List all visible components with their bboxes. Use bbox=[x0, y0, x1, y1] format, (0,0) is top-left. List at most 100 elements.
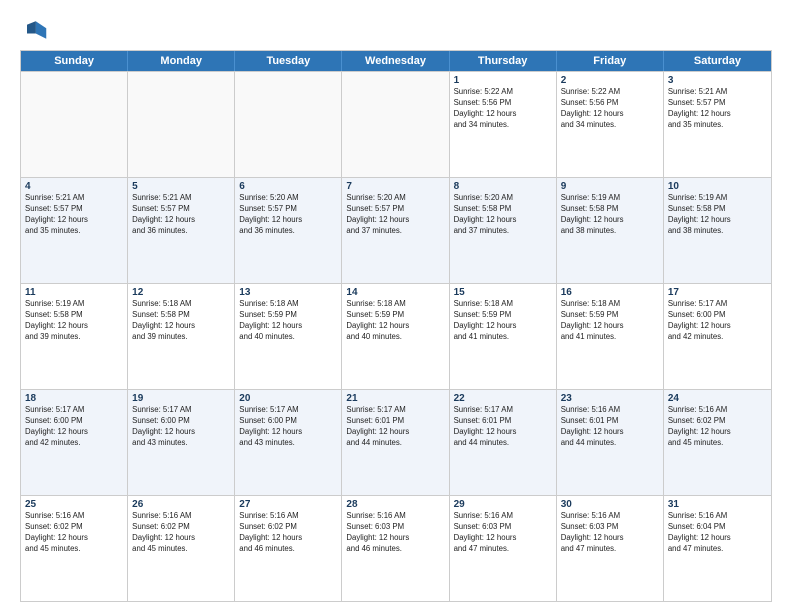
day-cell-17: 17Sunrise: 5:17 AM Sunset: 6:00 PM Dayli… bbox=[664, 284, 771, 389]
day-cell-3: 3Sunrise: 5:21 AM Sunset: 5:57 PM Daylig… bbox=[664, 72, 771, 177]
day-info: Sunrise: 5:21 AM Sunset: 5:57 PM Dayligh… bbox=[668, 87, 767, 131]
day-info: Sunrise: 5:17 AM Sunset: 6:00 PM Dayligh… bbox=[25, 405, 123, 449]
day-number: 23 bbox=[561, 393, 659, 404]
day-number: 3 bbox=[668, 75, 767, 86]
day-info: Sunrise: 5:17 AM Sunset: 6:01 PM Dayligh… bbox=[454, 405, 552, 449]
calendar-body: 1 Sunrise: 5:22 AM Sunset: 5:56 PM Daylig… bbox=[21, 71, 771, 601]
day-info: Sunrise: 5:20 AM Sunset: 5:57 PM Dayligh… bbox=[346, 193, 444, 237]
header-day-wednesday: Wednesday bbox=[342, 51, 449, 71]
day-info: Sunrise: 5:16 AM Sunset: 6:03 PM Dayligh… bbox=[561, 511, 659, 555]
day-cell-9: 9Sunrise: 5:19 AM Sunset: 5:58 PM Daylig… bbox=[557, 178, 664, 283]
day-number: 13 bbox=[239, 287, 337, 298]
calendar-row-2: 11Sunrise: 5:19 AM Sunset: 5:58 PM Dayli… bbox=[21, 283, 771, 389]
header-day-saturday: Saturday bbox=[664, 51, 771, 71]
day-info: Sunrise: 5:20 AM Sunset: 5:58 PM Dayligh… bbox=[454, 193, 552, 237]
day-info: Sunrise: 5:16 AM Sunset: 6:02 PM Dayligh… bbox=[25, 511, 123, 555]
day-number: 6 bbox=[239, 181, 337, 192]
day-number: 19 bbox=[132, 393, 230, 404]
day-cell-28: 28Sunrise: 5:16 AM Sunset: 6:03 PM Dayli… bbox=[342, 496, 449, 601]
calendar: SundayMondayTuesdayWednesdayThursdayFrid… bbox=[20, 50, 772, 602]
day-number: 9 bbox=[561, 181, 659, 192]
day-number: 31 bbox=[668, 499, 767, 510]
day-cell-11: 11Sunrise: 5:19 AM Sunset: 5:58 PM Dayli… bbox=[21, 284, 128, 389]
day-cell-8: 8Sunrise: 5:20 AM Sunset: 5:58 PM Daylig… bbox=[450, 178, 557, 283]
day-info: Sunrise: 5:20 AM Sunset: 5:57 PM Dayligh… bbox=[239, 193, 337, 237]
day-info: Sunrise: 5:17 AM Sunset: 6:00 PM Dayligh… bbox=[668, 299, 767, 343]
day-info: Sunrise: 5:19 AM Sunset: 5:58 PM Dayligh… bbox=[25, 299, 123, 343]
day-info: Sunrise: 5:21 AM Sunset: 5:57 PM Dayligh… bbox=[132, 193, 230, 237]
day-info: Sunrise: 5:19 AM Sunset: 5:58 PM Dayligh… bbox=[561, 193, 659, 237]
page: SundayMondayTuesdayWednesdayThursdayFrid… bbox=[0, 0, 792, 612]
day-cell-18: 18Sunrise: 5:17 AM Sunset: 6:00 PM Dayli… bbox=[21, 390, 128, 495]
empty-cell bbox=[128, 72, 235, 177]
day-number: 16 bbox=[561, 287, 659, 298]
day-cell-20: 20Sunrise: 5:17 AM Sunset: 6:00 PM Dayli… bbox=[235, 390, 342, 495]
day-cell-4: 4Sunrise: 5:21 AM Sunset: 5:57 PM Daylig… bbox=[21, 178, 128, 283]
day-cell-23: 23Sunrise: 5:16 AM Sunset: 6:01 PM Dayli… bbox=[557, 390, 664, 495]
day-cell-6: 6Sunrise: 5:20 AM Sunset: 5:57 PM Daylig… bbox=[235, 178, 342, 283]
day-number: 5 bbox=[132, 181, 230, 192]
day-cell-21: 21Sunrise: 5:17 AM Sunset: 6:01 PM Dayli… bbox=[342, 390, 449, 495]
day-number: 26 bbox=[132, 499, 230, 510]
day-number: 20 bbox=[239, 393, 337, 404]
day-info: Sunrise: 5:18 AM Sunset: 5:59 PM Dayligh… bbox=[239, 299, 337, 343]
day-info: Sunrise: 5:16 AM Sunset: 6:04 PM Dayligh… bbox=[668, 511, 767, 555]
day-cell-12: 12Sunrise: 5:18 AM Sunset: 5:58 PM Dayli… bbox=[128, 284, 235, 389]
header-day-monday: Monday bbox=[128, 51, 235, 71]
day-number: 8 bbox=[454, 181, 552, 192]
day-info: Sunrise: 5:16 AM Sunset: 6:01 PM Dayligh… bbox=[561, 405, 659, 449]
day-number: 22 bbox=[454, 393, 552, 404]
day-number: 1 bbox=[454, 75, 552, 86]
empty-cell bbox=[21, 72, 128, 177]
day-info: Sunrise: 5:16 AM Sunset: 6:02 PM Dayligh… bbox=[239, 511, 337, 555]
day-number: 29 bbox=[454, 499, 552, 510]
day-number: 2 bbox=[561, 75, 659, 86]
day-info: Sunrise: 5:18 AM Sunset: 5:59 PM Dayligh… bbox=[346, 299, 444, 343]
day-cell-15: 15Sunrise: 5:18 AM Sunset: 5:59 PM Dayli… bbox=[450, 284, 557, 389]
logo bbox=[20, 16, 52, 44]
day-cell-24: 24Sunrise: 5:16 AM Sunset: 6:02 PM Dayli… bbox=[664, 390, 771, 495]
day-info: Sunrise: 5:18 AM Sunset: 5:58 PM Dayligh… bbox=[132, 299, 230, 343]
day-cell-1: 1Sunrise: 5:22 AM Sunset: 5:56 PM Daylig… bbox=[450, 72, 557, 177]
day-info: Sunrise: 5:16 AM Sunset: 6:03 PM Dayligh… bbox=[346, 511, 444, 555]
calendar-row-0: 1 Sunrise: 5:22 AM Sunset: 5:56 PM Daylig… bbox=[21, 71, 771, 177]
day-info: Sunrise: 5:22 AM Sunset: 5:56 PM Dayligh… bbox=[561, 87, 659, 131]
day-cell-5: 5Sunrise: 5:21 AM Sunset: 5:57 PM Daylig… bbox=[128, 178, 235, 283]
day-number: 15 bbox=[454, 287, 552, 298]
day-cell-22: 22Sunrise: 5:17 AM Sunset: 6:01 PM Dayli… bbox=[450, 390, 557, 495]
day-cell-30: 30Sunrise: 5:16 AM Sunset: 6:03 PM Dayli… bbox=[557, 496, 664, 601]
day-cell-16: 16Sunrise: 5:18 AM Sunset: 5:59 PM Dayli… bbox=[557, 284, 664, 389]
day-number: 12 bbox=[132, 287, 230, 298]
day-cell-19: 19Sunrise: 5:17 AM Sunset: 6:00 PM Dayli… bbox=[128, 390, 235, 495]
day-number: 18 bbox=[25, 393, 123, 404]
day-cell-10: 10Sunrise: 5:19 AM Sunset: 5:58 PM Dayli… bbox=[664, 178, 771, 283]
day-info: Sunrise: 5:21 AM Sunset: 5:57 PM Dayligh… bbox=[25, 193, 123, 237]
day-info: Sunrise: 5:17 AM Sunset: 6:00 PM Dayligh… bbox=[132, 405, 230, 449]
day-cell-27: 27Sunrise: 5:16 AM Sunset: 6:02 PM Dayli… bbox=[235, 496, 342, 601]
day-info: Sunrise: 5:17 AM Sunset: 6:01 PM Dayligh… bbox=[346, 405, 444, 449]
day-info: Sunrise: 5:18 AM Sunset: 5:59 PM Dayligh… bbox=[454, 299, 552, 343]
day-number: 21 bbox=[346, 393, 444, 404]
day-number: 7 bbox=[346, 181, 444, 192]
day-info: Sunrise: 5:18 AM Sunset: 5:59 PM Dayligh… bbox=[561, 299, 659, 343]
logo-icon bbox=[20, 16, 48, 44]
day-number: 10 bbox=[668, 181, 767, 192]
day-number: 30 bbox=[561, 499, 659, 510]
day-number: 14 bbox=[346, 287, 444, 298]
day-cell-13: 13Sunrise: 5:18 AM Sunset: 5:59 PM Dayli… bbox=[235, 284, 342, 389]
day-number: 17 bbox=[668, 287, 767, 298]
calendar-row-3: 18Sunrise: 5:17 AM Sunset: 6:00 PM Dayli… bbox=[21, 389, 771, 495]
header-day-sunday: Sunday bbox=[21, 51, 128, 71]
calendar-header: SundayMondayTuesdayWednesdayThursdayFrid… bbox=[21, 51, 771, 71]
day-cell-31: 31Sunrise: 5:16 AM Sunset: 6:04 PM Dayli… bbox=[664, 496, 771, 601]
day-cell-26: 26Sunrise: 5:16 AM Sunset: 6:02 PM Dayli… bbox=[128, 496, 235, 601]
day-number: 4 bbox=[25, 181, 123, 192]
day-cell-25: 25Sunrise: 5:16 AM Sunset: 6:02 PM Dayli… bbox=[21, 496, 128, 601]
day-info: Sunrise: 5:16 AM Sunset: 6:02 PM Dayligh… bbox=[132, 511, 230, 555]
header-day-friday: Friday bbox=[557, 51, 664, 71]
day-number: 24 bbox=[668, 393, 767, 404]
day-info: Sunrise: 5:19 AM Sunset: 5:58 PM Dayligh… bbox=[668, 193, 767, 237]
day-info: Sunrise: 5:17 AM Sunset: 6:00 PM Dayligh… bbox=[239, 405, 337, 449]
day-number: 28 bbox=[346, 499, 444, 510]
day-info: Sunrise: 5:16 AM Sunset: 6:02 PM Dayligh… bbox=[668, 405, 767, 449]
